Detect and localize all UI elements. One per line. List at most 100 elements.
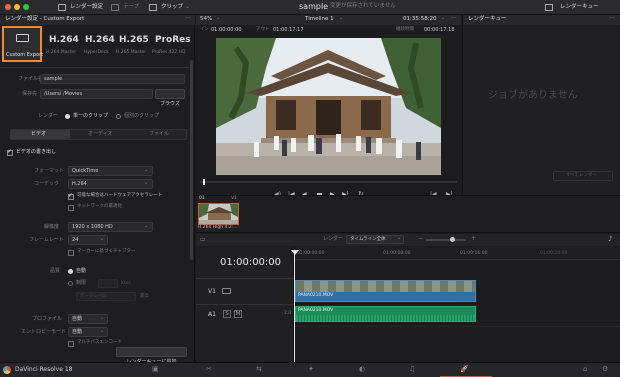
entropy-select[interactable]: 自動 ⌄ bbox=[68, 327, 108, 337]
tab-audio[interactable]: オーディオ bbox=[70, 130, 129, 139]
add-to-render-queue-button[interactable]: レンダーキューに追加 bbox=[116, 347, 187, 365]
single-clip-radio[interactable]: 単一のクリップ bbox=[65, 113, 117, 121]
preset-h265-master[interactable]: H.265 H.265 Master bbox=[116, 26, 150, 62]
tape-icon bbox=[111, 4, 119, 11]
quality-auto-radio[interactable]: 自動 bbox=[68, 268, 98, 276]
format-label: フォーマット bbox=[34, 168, 65, 174]
export-video-checkbox[interactable]: ✓ ビデオの書き出し bbox=[7, 148, 87, 157]
data-level-field[interactable]: データレベル bbox=[76, 292, 136, 301]
preset-h264-master[interactable]: H.264 H.264 Master bbox=[44, 26, 79, 62]
preset-big-label: H.264 bbox=[49, 35, 79, 45]
quality-restrict-radio[interactable]: 制限 bbox=[68, 280, 98, 288]
render-queue-toggle[interactable]: レンダーキュー bbox=[545, 3, 605, 12]
panel-scrollbar[interactable] bbox=[190, 60, 193, 260]
quality-label: 品質 bbox=[50, 268, 61, 274]
individual-clips-radio[interactable]: 個別のクリップ bbox=[116, 113, 168, 121]
timeline-name[interactable]: Timeline 1 bbox=[305, 16, 334, 23]
playhead[interactable] bbox=[203, 179, 205, 185]
solo-button[interactable]: S bbox=[223, 310, 231, 318]
chevron-down-icon: ⌄ bbox=[144, 167, 149, 173]
radio-unselected-icon bbox=[116, 114, 121, 119]
clip-toggle[interactable]: クリップ ⌄ bbox=[149, 3, 193, 12]
hw-accel-checkbox[interactable]: ✓ 可能な場合はハードウェアアクセラレート bbox=[68, 192, 188, 201]
format-select[interactable]: QuickTime ⌄ bbox=[68, 166, 153, 176]
preset-custom-export[interactable]: Custom Export bbox=[2, 26, 43, 62]
more-options-icon[interactable]: ··· bbox=[451, 16, 457, 22]
zoom-level[interactable]: 54% bbox=[200, 16, 212, 23]
zoom-slider-handle[interactable] bbox=[450, 237, 455, 242]
audio-meter-icon[interactable]: ♪ bbox=[608, 236, 612, 243]
resolution-select[interactable]: 1920 x 1080 HD ⌄ bbox=[68, 222, 153, 232]
network-optimize-checkbox[interactable]: ネットワークの最適化 bbox=[68, 204, 168, 212]
clip-number: 01 bbox=[199, 196, 205, 201]
page-nav-bar: DaVinci Resolve 18 ▣ ✂ ⇆ ✦ ◐ ♫ 🚀 ⌂ ⚙ bbox=[0, 362, 620, 377]
viewer-header: 54% ⌄ Timeline 1 ⌄ 01:35:58:20 ⌄ ··· bbox=[196, 15, 461, 25]
tape-toggle[interactable]: テープ bbox=[111, 3, 141, 12]
render-all-button[interactable]: すべてレンダー bbox=[553, 171, 613, 181]
preset-label: H.265 Master bbox=[116, 50, 147, 55]
edit-page-icon[interactable]: ⇆ bbox=[256, 366, 262, 373]
chevron-down-icon: ⌄ bbox=[100, 315, 105, 321]
home-icon[interactable]: ⌂ bbox=[583, 366, 587, 373]
track-monitor-icon[interactable] bbox=[222, 288, 231, 294]
video-clip-thumbnails bbox=[296, 281, 475, 292]
chevron-down-icon: ⌄ bbox=[144, 223, 149, 229]
cut-page-icon[interactable]: ✂ bbox=[206, 366, 212, 373]
video-clip[interactable]: PANA0210.MOV bbox=[295, 280, 476, 302]
viewer-timecode: 01:35:58:20 bbox=[403, 16, 437, 22]
chevron-down-icon[interactable]: ⌄ bbox=[339, 16, 343, 21]
deliver-page-tab[interactable]: 🚀 bbox=[440, 363, 492, 377]
settings-tabs: ビデオ オーディオ ファイル bbox=[10, 129, 187, 140]
preset-hyperdeck[interactable]: H.264 HyperDeck bbox=[80, 26, 115, 62]
timeline-view-icon[interactable]: ▭ bbox=[200, 237, 206, 243]
location-field[interactable]: /Users/ /Movies bbox=[40, 89, 153, 99]
zoom-out-icon[interactable]: − bbox=[418, 236, 423, 242]
fusion-page-icon[interactable]: ✦ bbox=[308, 366, 314, 373]
ruler-line bbox=[295, 259, 620, 260]
zoom-in-icon[interactable]: + bbox=[471, 236, 476, 242]
playhead-handle-icon[interactable] bbox=[291, 250, 299, 255]
tab-video[interactable]: ビデオ bbox=[11, 130, 70, 139]
more-options-icon[interactable]: ··· bbox=[185, 16, 191, 22]
clip-thumbnail[interactable] bbox=[198, 203, 239, 225]
davinci-deliver-page: { "topbar":{"render_settings":"レンダー設定","… bbox=[0, 0, 620, 377]
top-bar: レンダー設定 テープ クリップ ⌄ sample 変更が保存されていません レン… bbox=[0, 0, 620, 15]
preset-prores-422-hq[interactable]: ProRes ProRes 422 HQ bbox=[152, 26, 191, 62]
timeline-ruler[interactable]: 01:00:00:00 01:00:08:00 01:00:16:00 01:0… bbox=[295, 247, 620, 265]
chapter-marker-checkbox[interactable]: マーカーに基づくチャプター bbox=[68, 249, 168, 257]
ruler-tick-label: 01:00:08:00 bbox=[383, 251, 411, 256]
render-range-select[interactable]: タイムライン全体 ⌄ bbox=[346, 235, 404, 244]
viewer-scrubber[interactable] bbox=[200, 179, 457, 185]
preset-big-label: H.264 bbox=[85, 35, 115, 45]
fairlight-page-icon[interactable]: ♫ bbox=[409, 366, 415, 373]
checkbox-icon bbox=[68, 341, 74, 347]
framerate-select[interactable]: 24 ⌄ bbox=[68, 235, 108, 245]
chevron-down-icon[interactable]: ⌄ bbox=[216, 16, 220, 21]
bitrate-field[interactable] bbox=[98, 279, 118, 288]
audio-clip[interactable]: PANA0210.MOV bbox=[295, 306, 476, 322]
chevron-down-icon: ⌄ bbox=[397, 235, 402, 241]
divider bbox=[196, 278, 294, 279]
media-page-icon[interactable]: ▣ bbox=[152, 366, 159, 373]
close-window-button[interactable] bbox=[5, 4, 11, 10]
browse-button[interactable]: ブラウズ bbox=[155, 89, 185, 107]
filename-field[interactable]: sample bbox=[40, 74, 185, 84]
kbps-label: Kb/s bbox=[121, 281, 131, 286]
mute-button[interactable]: M bbox=[234, 310, 242, 318]
color-page-icon[interactable]: ◐ bbox=[359, 366, 365, 373]
codec-label: コーデック bbox=[34, 181, 60, 187]
codec-select[interactable]: H.264 ⌄ bbox=[68, 179, 153, 189]
render-settings-toggle[interactable]: レンダー設定 bbox=[58, 3, 106, 12]
clip-track: V1 bbox=[231, 196, 237, 201]
more-options-icon[interactable]: ··· bbox=[609, 16, 615, 22]
chevron-down-icon[interactable]: ⌄ bbox=[441, 16, 445, 21]
shrine-frame-image bbox=[216, 38, 441, 175]
zoom-slider[interactable] bbox=[426, 237, 466, 242]
profile-select[interactable]: 自動 ⌄ bbox=[68, 314, 108, 324]
tab-file[interactable]: ファイル bbox=[129, 130, 187, 139]
clip-thumbnail-image bbox=[199, 204, 238, 224]
preset-label: HyperDeck bbox=[84, 50, 109, 55]
zoom-window-button[interactable] bbox=[23, 4, 29, 10]
settings-gear-icon[interactable]: ⚙ bbox=[602, 366, 608, 373]
minimize-window-button[interactable] bbox=[14, 4, 20, 10]
